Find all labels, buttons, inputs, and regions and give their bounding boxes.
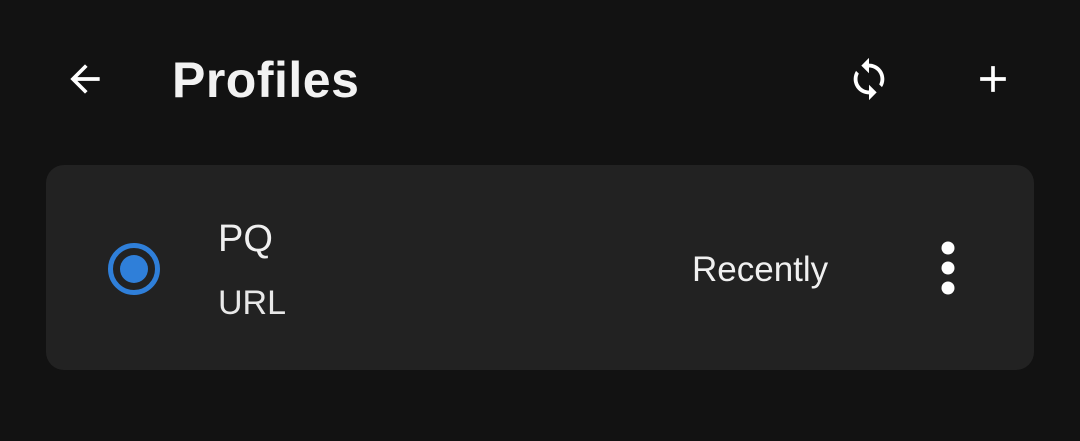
arrow-left-icon: [70, 64, 100, 94]
page-title: Profiles: [172, 52, 360, 108]
sync-icon: [853, 57, 885, 101]
profiles-screen: Profiles PQ URL Recently: [0, 0, 1080, 441]
profile-card[interactable]: PQ URL Recently: [46, 165, 1034, 370]
profile-more-button[interactable]: [918, 228, 978, 308]
profile-name: PQ: [218, 218, 273, 260]
more-vertical-icon: [941, 241, 955, 295]
profile-radio[interactable]: [108, 243, 160, 295]
radio-selected-indicator: [120, 255, 148, 283]
plus-icon: [980, 66, 1006, 92]
profile-updated-time: Recently: [692, 250, 829, 289]
app-bar: Profiles: [0, 0, 1080, 160]
sync-button[interactable]: [829, 39, 909, 119]
profile-type: URL: [218, 284, 287, 322]
back-button[interactable]: [45, 39, 125, 119]
add-profile-button[interactable]: [953, 39, 1033, 119]
